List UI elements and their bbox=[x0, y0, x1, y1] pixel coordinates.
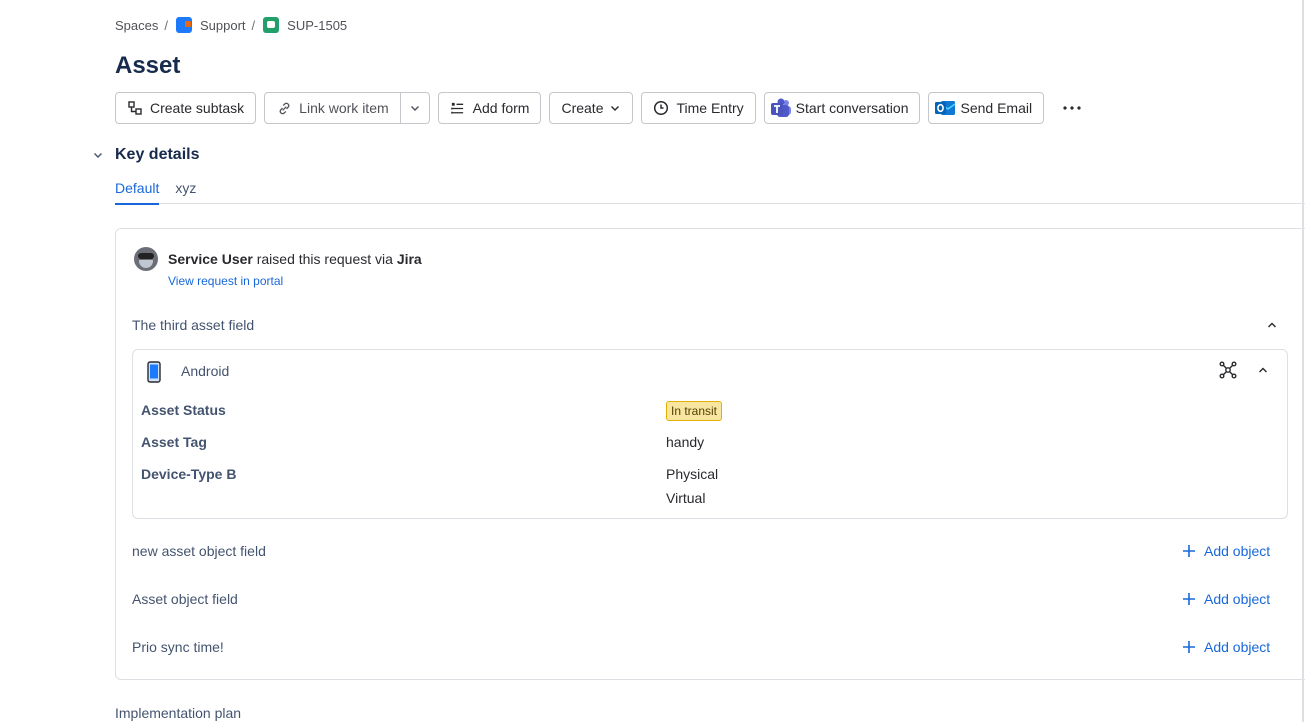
send-email-label: Send Email bbox=[960, 100, 1033, 116]
teams-icon bbox=[770, 98, 792, 118]
breadcrumb-project[interactable]: Support bbox=[176, 17, 246, 33]
add-form-label: Add form bbox=[472, 100, 530, 116]
chevron-down-icon bbox=[609, 102, 621, 114]
request-middle-text: raised this request via bbox=[252, 251, 397, 267]
asset-object-card: Android Asset Status In transit Asset Ta… bbox=[132, 349, 1288, 519]
asset-tag-value: handy bbox=[666, 434, 705, 450]
create-label: Create bbox=[561, 100, 604, 116]
more-icon bbox=[1063, 106, 1081, 110]
status-badge: In transit bbox=[666, 401, 723, 421]
request-details-card: Service User raised this request via Jir… bbox=[115, 228, 1305, 680]
plus-icon bbox=[1182, 592, 1196, 606]
third-asset-field-label: The third asset field bbox=[132, 317, 255, 333]
request-channel: Jira bbox=[396, 251, 422, 267]
asset-object-field-label: Asset object field bbox=[132, 591, 238, 607]
link-icon bbox=[276, 100, 292, 116]
start-conversation-label: Start conversation bbox=[795, 100, 909, 116]
request-summary: Service User raised this request via Jir… bbox=[168, 251, 422, 271]
breadcrumb-issue-key[interactable]: SUP-1505 bbox=[287, 18, 347, 33]
view-in-portal-link[interactable]: View request in portal bbox=[168, 274, 283, 288]
project-avatar-icon bbox=[176, 17, 192, 33]
add-object-button[interactable]: Add object bbox=[1182, 591, 1270, 607]
scrollbar-track[interactable] bbox=[1302, 0, 1304, 722]
send-email-button[interactable]: Send Email bbox=[928, 92, 1045, 124]
page-title: Asset bbox=[115, 52, 181, 79]
new-asset-object-field-label: new asset object field bbox=[132, 543, 266, 559]
request-type-icon bbox=[263, 17, 280, 33]
phone-icon bbox=[147, 361, 161, 388]
create-subtask-button[interactable]: Create subtask bbox=[115, 92, 257, 124]
form-icon bbox=[450, 100, 466, 116]
add-object-label: Add object bbox=[1204, 639, 1271, 655]
link-work-item-label: Link work item bbox=[299, 100, 389, 116]
implementation-plan-heading: Implementation plan bbox=[115, 705, 242, 721]
clock-icon bbox=[653, 100, 669, 116]
device-type-value-physical: Physical bbox=[666, 466, 719, 482]
time-entry-label: Time Entry bbox=[676, 100, 744, 116]
device-type-label: Device-Type B bbox=[141, 466, 237, 482]
breadcrumb-separator: / bbox=[164, 17, 168, 33]
asset-name[interactable]: Android bbox=[181, 363, 229, 379]
asset-tag-label: Asset Tag bbox=[141, 434, 207, 450]
breadcrumb-project-label[interactable]: Support bbox=[200, 18, 246, 33]
requester-info: Service User raised this request via Jir… bbox=[134, 247, 422, 271]
plus-icon bbox=[1182, 544, 1196, 558]
create-button[interactable]: Create bbox=[549, 92, 634, 124]
key-details-tabs: Default xyz bbox=[115, 180, 1305, 205]
key-details-toggle[interactable]: Key details bbox=[92, 146, 199, 164]
plus-icon bbox=[1182, 640, 1196, 654]
time-entry-button[interactable]: Time Entry bbox=[641, 92, 756, 124]
key-details-heading: Key details bbox=[115, 146, 200, 163]
tab-default[interactable]: Default bbox=[115, 180, 160, 205]
issue-toolbar: Create subtask Link work item Add form C… bbox=[115, 92, 1088, 124]
link-work-item-button[interactable]: Link work item bbox=[264, 92, 401, 124]
device-type-value-virtual: Virtual bbox=[666, 490, 706, 506]
add-object-button[interactable]: Add object bbox=[1182, 639, 1270, 655]
graph-icon[interactable] bbox=[1219, 361, 1237, 384]
start-conversation-button[interactable]: Start conversation bbox=[763, 92, 921, 124]
outlook-icon bbox=[934, 98, 956, 118]
breadcrumb: Spaces / Support / SUP-1505 bbox=[115, 17, 347, 33]
breadcrumb-separator: / bbox=[251, 17, 256, 33]
chevron-up-icon[interactable] bbox=[1266, 319, 1278, 331]
breadcrumb-spaces[interactable]: Spaces bbox=[115, 18, 158, 33]
tab-xyz[interactable]: xyz bbox=[175, 180, 196, 204]
breadcrumb-spaces-label[interactable]: Spaces bbox=[115, 18, 158, 33]
add-form-button[interactable]: Add form bbox=[437, 92, 542, 124]
more-actions-button[interactable] bbox=[1056, 92, 1088, 124]
chevron-down-icon bbox=[92, 149, 106, 161]
breadcrumb-issue[interactable]: SUP-1505 bbox=[263, 17, 347, 33]
add-object-button[interactable]: Add object bbox=[1182, 543, 1270, 559]
create-subtask-label: Create subtask bbox=[150, 100, 245, 116]
add-object-label: Add object bbox=[1204, 543, 1271, 559]
prio-sync-field-label: Prio sync time! bbox=[132, 639, 224, 655]
chevron-up-icon[interactable] bbox=[1257, 364, 1269, 376]
asset-status-label: Asset Status bbox=[141, 402, 226, 418]
avatar[interactable] bbox=[134, 247, 158, 271]
subtask-icon bbox=[127, 100, 143, 116]
requester-name[interactable]: Service User bbox=[168, 251, 253, 267]
add-object-label: Add object bbox=[1204, 591, 1271, 607]
chevron-down-icon bbox=[409, 102, 421, 114]
link-work-item-dropdown[interactable] bbox=[400, 92, 430, 124]
